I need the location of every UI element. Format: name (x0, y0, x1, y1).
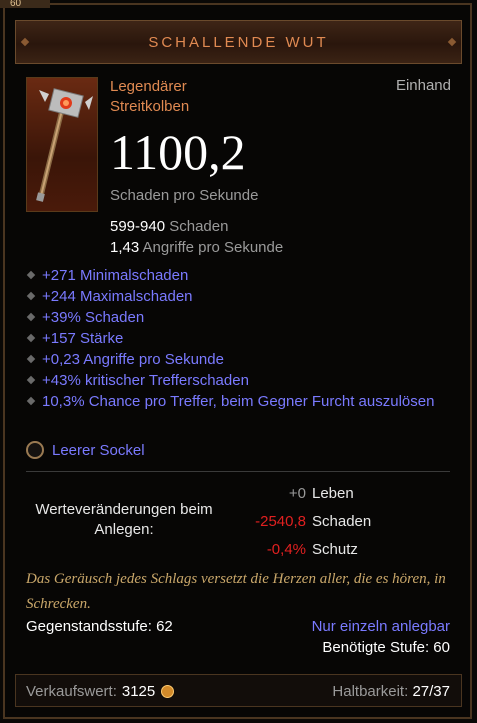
sell-value-amount: 3125 (121, 683, 156, 700)
mace-icon (36, 88, 93, 202)
compare-stat-name: Schutz (312, 541, 358, 558)
bullet-icon (26, 312, 36, 322)
flavor-text: Das Geräusch jedes Schlags versetzt die … (26, 571, 446, 612)
item-icon-box (26, 77, 98, 212)
compare-stat-name: Schaden (312, 513, 372, 530)
compare-row: -0,4% Schutz (232, 541, 452, 558)
attack-speed: 1,43 Angriffe pro Sekunde (110, 239, 283, 256)
bullet-icon (26, 333, 36, 343)
compare-stat-name: Leben (312, 485, 354, 502)
damage-range-label: Schaden (169, 218, 229, 235)
required-level: Benötigte Stufe: 60 (322, 639, 450, 656)
item-slot: Einhand (395, 77, 451, 94)
affix-item: +0,23 Angriffe pro Sekunde (26, 349, 456, 370)
attack-speed-value: 1,43 (110, 239, 140, 256)
item-rarity: Legendärer (110, 78, 187, 95)
unique-equipped: Nur einzeln anlegbar (311, 618, 450, 635)
empty-socket: Leerer Sockel (26, 441, 145, 459)
affix-item: +244 Maximalschaden (26, 286, 456, 307)
compare-value: +0 (288, 485, 306, 502)
compare-row: -2540,8 Schaden (232, 513, 452, 530)
dps-value: 1100,2 (110, 124, 246, 180)
compare-row: +0 Leben (232, 485, 452, 502)
socket-label: Leerer Sockel (52, 441, 145, 459)
durability: Haltbarkeit: 27/37 (332, 683, 450, 700)
damage-range: 599-940 Schaden (110, 218, 228, 235)
durability-value: 27/37 (412, 683, 450, 700)
title-bar: SCHALLENDE WUT (15, 20, 462, 64)
level-badge: 60 (0, 0, 50, 8)
item-type: Legendärer Streitkolben (110, 77, 189, 117)
damage-range-value: 599-940 (110, 218, 166, 235)
compare-value: -0,4% (266, 541, 306, 558)
attack-speed-label: Angriffe pro Sekunde (142, 239, 284, 256)
compare-value: -2540,8 (255, 513, 306, 530)
item-level: Gegenstandsstufe: 62 (26, 618, 173, 635)
durability-label: Haltbarkeit: (332, 683, 409, 700)
socket-icon (26, 441, 44, 459)
affix-item: +271 Minimalschaden (26, 265, 456, 286)
affix-item: +157 Stärke (26, 328, 456, 349)
affix-item: +39% Schaden (26, 307, 456, 328)
bullet-icon (26, 291, 36, 301)
bullet-icon (26, 270, 36, 280)
bullet-icon (26, 396, 36, 406)
sell-value-label: Verkaufswert: (26, 683, 117, 700)
bullet-icon (26, 354, 36, 364)
affix-list: +271 Minimalschaden +244 Maximalschaden … (26, 265, 456, 412)
affix-item: 10,3% Chance pro Treffer, beim Gegner Fu… (26, 391, 456, 412)
compare-label: Werteveränderungen beim Anlegen: (35, 501, 213, 538)
affix-item: +43% kritischer Trefferschaden (26, 370, 456, 391)
dps-label: Schaden pro Sekunde (110, 187, 259, 204)
item-kind: Streitkolben (110, 98, 190, 115)
divider (26, 471, 450, 472)
bullet-icon (26, 375, 36, 385)
item-title: SCHALLENDE WUT (148, 33, 329, 51)
gold-coin-icon (161, 685, 175, 698)
sell-value: Verkaufswert: 3125 (26, 683, 175, 700)
